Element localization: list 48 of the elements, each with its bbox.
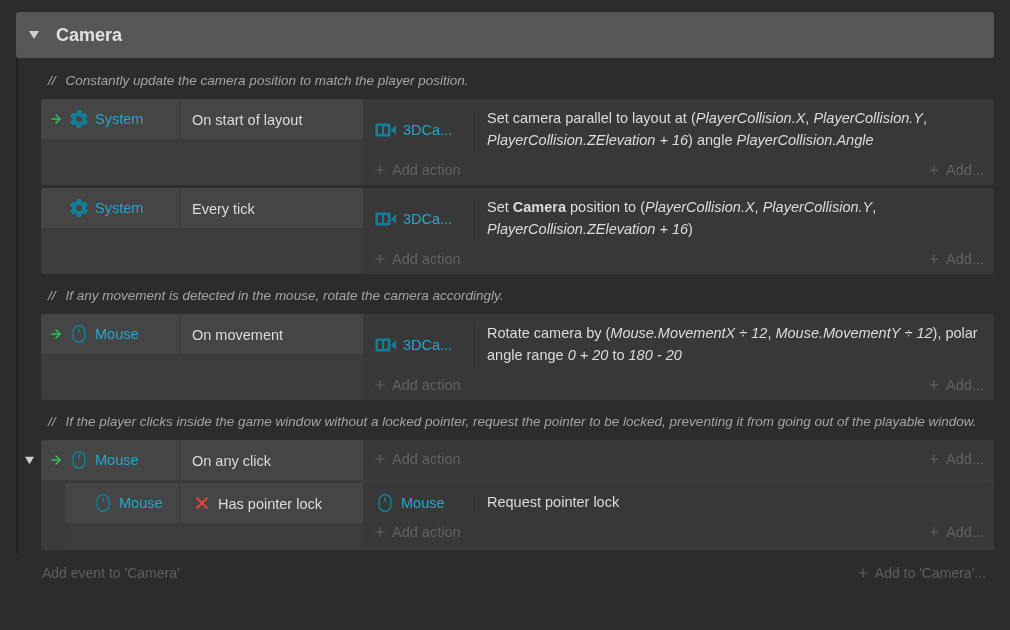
plus-icon <box>373 452 387 466</box>
gear-icon <box>69 109 89 129</box>
plus-icon <box>927 163 942 177</box>
condition-text[interactable]: On movement <box>192 324 284 346</box>
action-text[interactable]: Set Camera position to (PlayerCollision.X, PlayerCollision.Y, PlayerCollision.ZElevation + 16) <box>475 194 994 244</box>
object-name[interactable]: Mouse <box>119 495 163 511</box>
action-text[interactable]: Rotate camera by (Mouse.MovementX ÷ 12, Mouse.MovementY ÷ 12), polar angle range 0 + 20 to 180 - 20 <box>475 320 994 370</box>
plus-icon <box>927 252 942 266</box>
object-name[interactable]: System <box>95 111 144 127</box>
mouse-icon <box>69 324 89 344</box>
condition-text[interactable]: Has pointer lock <box>218 493 322 515</box>
comment-marker: // <box>48 72 56 90</box>
object-name[interactable]: Mouse <box>401 495 445 511</box>
collapse-toggle[interactable] <box>23 454 36 466</box>
plus-icon <box>373 163 387 177</box>
plus-icon <box>927 525 942 539</box>
comment-marker: // <box>48 413 56 431</box>
group-title: Camera <box>56 24 123 46</box>
mouse-icon <box>375 493 395 513</box>
mouse-icon <box>93 493 113 513</box>
group-header[interactable]: Camera <box>16 12 994 58</box>
object-name[interactable]: Mouse <box>95 326 139 342</box>
plus-icon <box>927 452 942 466</box>
camera-icon <box>375 123 397 137</box>
condition-text[interactable]: On any click <box>192 450 271 472</box>
object-name[interactable]: Mouse <box>95 452 139 468</box>
plus-icon <box>373 525 387 539</box>
object-name[interactable]: 3DCa... <box>403 122 453 138</box>
camera-icon <box>375 212 397 226</box>
comment-marker: // <box>48 287 56 305</box>
plus-icon <box>927 378 942 392</box>
comment-text[interactable]: If any movement is detected in the mouse, rotate the camera accordingly. <box>65 285 504 307</box>
plus-icon <box>373 252 387 266</box>
object-name[interactable]: System <box>95 200 144 216</box>
comment-text[interactable]: If the player clicks inside the game window without a locked pointer, request the pointer to be locked, preventing it from going out of the playable window. <box>65 411 977 433</box>
comment-text[interactable]: Constantly update the camera position to match the player position. <box>65 70 469 92</box>
plus-icon <box>373 378 387 392</box>
object-name[interactable]: 3DCa... <box>403 337 453 353</box>
object-name[interactable]: 3DCa... <box>403 211 453 227</box>
mouse-icon <box>69 450 89 470</box>
action-text[interactable]: Request pointer lock <box>475 489 994 517</box>
condition-text[interactable]: On start of layout <box>192 109 303 131</box>
camera-icon <box>375 338 397 352</box>
action-text[interactable]: Set camera parallel to layout at (PlayerCollision.X, PlayerCollision.Y, PlayerCollision.ZElevation + 16) angle PlayerCollision.Angle <box>475 105 994 155</box>
collapse-toggle[interactable] <box>28 29 40 41</box>
condition-text[interactable]: Every tick <box>192 198 255 220</box>
plus-icon <box>855 566 870 580</box>
gear-icon <box>69 198 89 218</box>
